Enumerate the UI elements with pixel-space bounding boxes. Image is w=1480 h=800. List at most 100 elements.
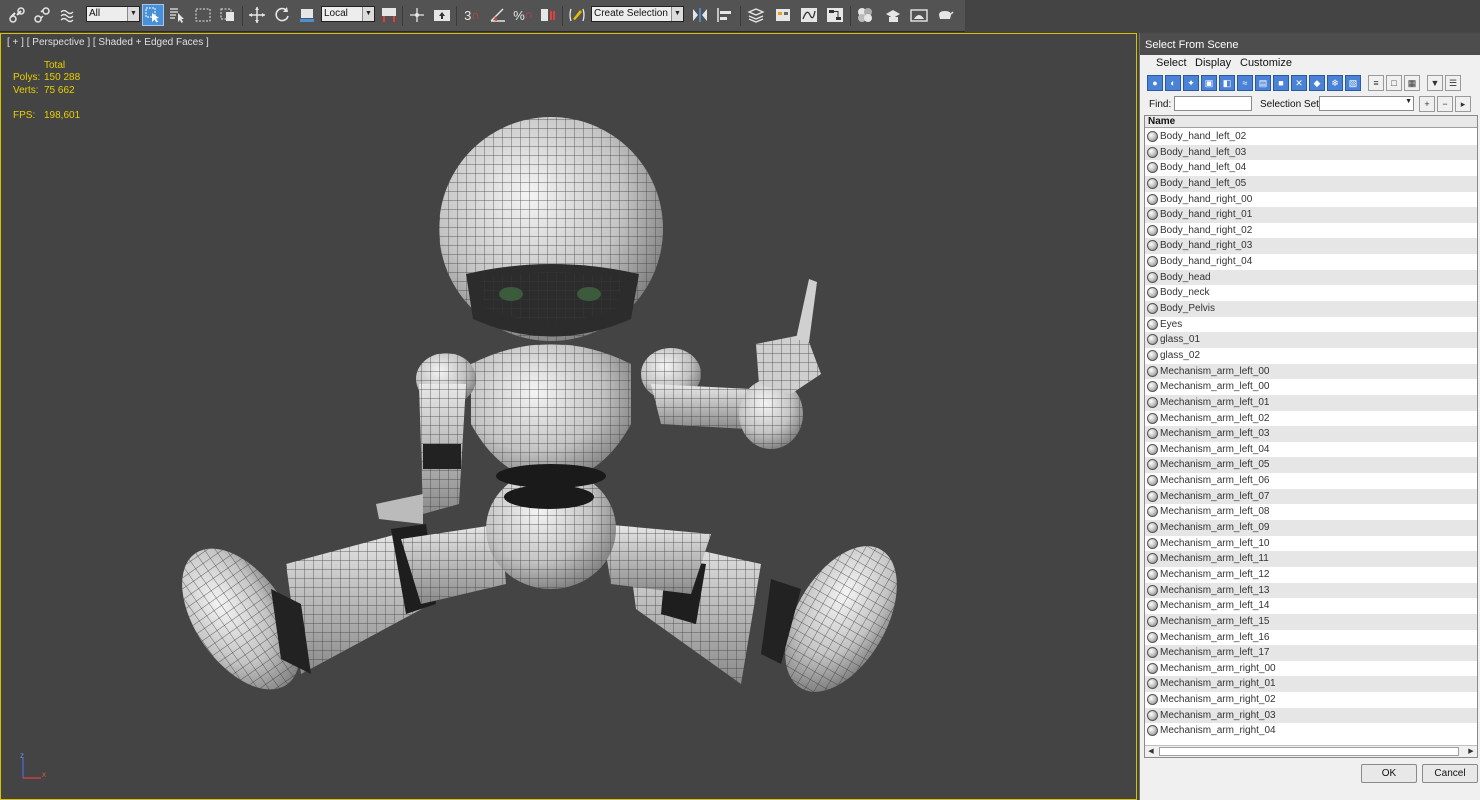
reference-coordinate-dropdown[interactable]: Local ▼ (321, 6, 375, 22)
filter-hidden-icon[interactable]: ▧ (1345, 75, 1361, 91)
filter-options-icon[interactable]: ☰ (1445, 75, 1461, 91)
list-item[interactable]: Mechanism_arm_right_04 (1145, 723, 1477, 739)
list-item[interactable]: Mechanism_arm_left_06 (1145, 473, 1477, 489)
viewport-label[interactable]: [ + ] [ Perspective ] [ Shaded + Edged F… (7, 37, 209, 48)
filter-xrefs-icon[interactable]: ■ (1273, 75, 1289, 91)
filter-shapes-icon[interactable]: ◐ (1165, 75, 1181, 91)
list-item[interactable]: Mechanism_arm_left_12 (1145, 567, 1477, 583)
list-item[interactable]: Body_hand_right_03 (1145, 238, 1477, 255)
rendered-frame-icon[interactable] (908, 4, 930, 26)
schematic-view-icon[interactable] (824, 4, 846, 26)
list-item[interactable]: Body_neck (1145, 285, 1477, 301)
list-item[interactable]: Mechanism_arm_right_01 (1145, 676, 1477, 693)
keyboard-shortcut-icon[interactable] (431, 4, 453, 26)
list-item[interactable]: Mechanism_arm_left_10 (1145, 536, 1477, 552)
rect-region-icon[interactable] (192, 4, 214, 26)
list-item[interactable]: Body_hand_right_02 (1145, 223, 1477, 239)
list-item[interactable]: Mechanism_arm_left_14 (1145, 598, 1477, 614)
list-item[interactable]: Body_hand_right_00 (1145, 192, 1477, 208)
list-item[interactable]: Mechanism_arm_right_00 (1145, 661, 1477, 677)
render-setup-icon[interactable] (882, 4, 904, 26)
rotate-icon[interactable] (271, 4, 293, 26)
mirror-icon[interactable] (689, 4, 711, 26)
filter-geometry-icon[interactable]: ● (1147, 75, 1163, 91)
list-item[interactable]: Mechanism_arm_left_00 (1145, 379, 1477, 395)
list-item[interactable]: Mechanism_arm_left_01 (1145, 394, 1477, 411)
list-item[interactable]: Body_hand_right_04 (1145, 254, 1477, 270)
list-item[interactable]: Mechanism_arm_left_00 (1145, 363, 1477, 380)
list-item[interactable]: Body_head (1145, 269, 1477, 286)
list-item[interactable]: Mechanism_arm_left_02 (1145, 411, 1477, 427)
display-invert-icon[interactable]: ▦ (1404, 75, 1420, 91)
scrollbar-thumb[interactable] (1159, 747, 1459, 756)
list-item[interactable]: Body_hand_left_02 (1145, 129, 1477, 145)
window-crossing-icon[interactable] (217, 4, 239, 26)
list-item[interactable]: Body_Pelvis (1145, 301, 1477, 317)
align-icon[interactable] (714, 4, 736, 26)
filter-funnel-icon[interactable]: ▼ (1427, 75, 1443, 91)
selection-set-add-icon[interactable]: + (1419, 96, 1435, 112)
manipulate-icon[interactable] (406, 4, 428, 26)
selection-set-remove-icon[interactable]: − (1437, 96, 1453, 112)
spinner-snap-icon[interactable] (537, 4, 559, 26)
scroll-left-icon[interactable]: ◀ (1145, 746, 1157, 757)
horizontal-scrollbar[interactable]: ◀ ▶ (1145, 745, 1477, 757)
column-header-name[interactable]: Name (1145, 116, 1477, 128)
robot-model[interactable] (161, 84, 941, 724)
menu-customize[interactable]: Customize (1240, 57, 1292, 69)
list-item[interactable]: Mechanism_arm_left_15 (1145, 613, 1477, 630)
scene-object-list[interactable]: Name Body_hand_left_02 Body_hand_left_03 B… (1144, 115, 1478, 758)
list-item[interactable]: Body_hand_left_03 (1145, 144, 1477, 161)
scale-icon[interactable] (296, 4, 318, 26)
filter-spacewarps-icon[interactable]: ≈ (1237, 75, 1253, 91)
list-item[interactable]: Mechanism_arm_right_03 (1145, 707, 1477, 724)
display-none-icon[interactable]: □ (1386, 75, 1402, 91)
cancel-button[interactable]: Cancel (1422, 764, 1478, 783)
selection-set-dropdown[interactable]: ▼ (1319, 96, 1414, 111)
filter-frozen-icon[interactable]: ❄ (1327, 75, 1343, 91)
filter-groups-icon[interactable]: ▤ (1255, 75, 1271, 91)
list-item[interactable]: Mechanism_arm_left_11 (1145, 551, 1477, 567)
menu-select[interactable]: Select (1156, 57, 1187, 69)
curve-editor-icon[interactable] (798, 4, 820, 26)
link-icon[interactable] (6, 4, 28, 26)
filter-cameras-icon[interactable]: ▣ (1201, 75, 1217, 91)
list-item[interactable]: Mechanism_arm_left_05 (1145, 457, 1477, 474)
list-item[interactable]: Eyes (1145, 317, 1477, 333)
list-item[interactable]: Body_hand_left_05 (1145, 175, 1477, 192)
menu-display[interactable]: Display (1195, 57, 1231, 69)
angle-snap-icon[interactable] (487, 4, 509, 26)
find-input[interactable] (1174, 96, 1252, 111)
named-selection-set-dropdown[interactable]: Create Selection Se ▼ (591, 6, 684, 22)
move-icon[interactable] (246, 4, 268, 26)
list-item[interactable]: glass_02 (1145, 348, 1477, 364)
ok-button[interactable]: OK (1361, 764, 1417, 783)
list-item[interactable]: Mechanism_arm_left_16 (1145, 630, 1477, 646)
filter-helpers-icon[interactable]: ◧ (1219, 75, 1235, 91)
scroll-right-icon[interactable]: ▶ (1465, 746, 1477, 757)
list-item[interactable]: Mechanism_arm_left_03 (1145, 426, 1477, 442)
filter-containers-icon[interactable]: ◆ (1309, 75, 1325, 91)
list-item[interactable]: Mechanism_arm_left_13 (1145, 582, 1477, 599)
selection-filter-dropdown[interactable]: All ▼ (86, 6, 140, 22)
dialog-title[interactable]: Select From Scene (1140, 33, 1480, 55)
list-item[interactable]: Mechanism_arm_right_02 (1145, 692, 1477, 708)
scene-explorer-icon[interactable] (772, 4, 794, 26)
unlink-icon[interactable] (31, 4, 53, 26)
list-item[interactable]: Mechanism_arm_left_07 (1145, 488, 1477, 505)
list-item[interactable]: Mechanism_arm_left_08 (1145, 504, 1477, 520)
select-by-name-icon[interactable] (166, 4, 188, 26)
edit-named-selection-icon[interactable] (566, 4, 588, 26)
snap-toggle-icon[interactable]: 3 ∩ (461, 4, 483, 26)
render-icon[interactable] (934, 4, 956, 26)
filter-lights-icon[interactable]: ✦ (1183, 75, 1199, 91)
list-item[interactable]: Body_hand_left_04 (1145, 160, 1477, 176)
bind-spacewarp-icon[interactable] (57, 4, 79, 26)
perspective-viewport[interactable]: [ + ] [ Perspective ] [ Shaded + Edged F… (0, 33, 1137, 800)
display-all-icon[interactable]: ≡ (1368, 75, 1384, 91)
percent-snap-icon[interactable]: % ∩ (512, 4, 534, 26)
list-item[interactable]: glass_01 (1145, 332, 1477, 348)
select-object-icon[interactable] (142, 4, 164, 26)
selection-set-select-icon[interactable]: ▸ (1455, 96, 1471, 112)
list-item[interactable]: Mechanism_arm_left_17 (1145, 645, 1477, 661)
